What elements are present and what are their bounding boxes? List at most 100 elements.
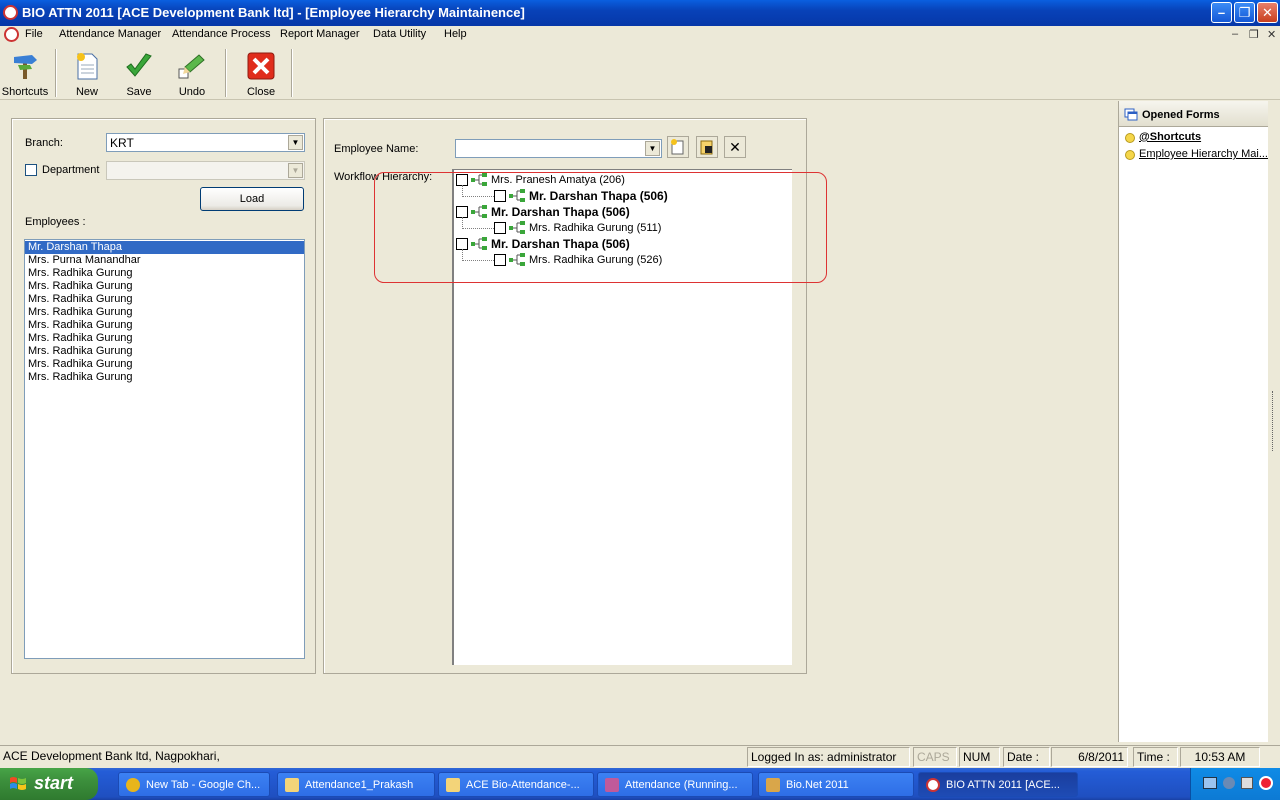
- chevron-down-icon[interactable]: ▼: [645, 141, 660, 156]
- status-num: NUM: [959, 747, 1000, 767]
- save-button[interactable]: Save: [114, 48, 164, 98]
- new-label: New: [75, 86, 98, 98]
- edit-document-icon: [700, 140, 713, 155]
- new-button[interactable]: New: [62, 48, 112, 98]
- taskbar-item-label: Attendance (Running...: [625, 779, 738, 791]
- toolbar-separator: [55, 49, 57, 97]
- department-combobox[interactable]: ▼: [106, 161, 305, 180]
- toolbar-separator: [291, 49, 293, 97]
- employee-list-item[interactable]: Mrs. Radhika Gurung: [25, 345, 304, 358]
- new-document-icon: [77, 53, 98, 80]
- department-label: Department: [42, 164, 100, 176]
- load-button[interactable]: Load: [200, 187, 304, 211]
- chrome-icon: [126, 778, 140, 792]
- side-splitter[interactable]: [1268, 101, 1280, 742]
- shortcuts-button[interactable]: Shortcuts: [0, 48, 50, 98]
- shortcuts-label: Shortcuts: [1, 86, 49, 98]
- chevron-down-icon[interactable]: ▼: [288, 163, 303, 178]
- employee-list-item[interactable]: Mr. Darshan Thapa: [25, 241, 304, 254]
- employee-list-item[interactable]: Mrs. Radhika Gurung: [25, 293, 304, 306]
- add-document-icon: [671, 139, 684, 155]
- mdi-minimize-icon[interactable]: –: [1232, 28, 1238, 40]
- filter-panel: Branch: KRT ▼ Department ▼ Load Employee…: [11, 118, 316, 674]
- branch-combobox[interactable]: KRT ▼: [106, 133, 305, 152]
- employee-list-item[interactable]: Mrs. Radhika Gurung: [25, 280, 304, 293]
- system-tray: [1190, 768, 1280, 800]
- delete-x-icon: ✕: [729, 139, 741, 155]
- opened-forms-title: Opened Forms: [1142, 109, 1220, 121]
- folder-icon: [446, 778, 460, 792]
- employee-list-item[interactable]: Mrs. Radhika Gurung: [25, 319, 304, 332]
- branch-label: Branch:: [25, 137, 63, 149]
- close-button[interactable]: Close: [236, 48, 286, 98]
- visual-studio-icon: [605, 778, 619, 792]
- menu-data-utility[interactable]: Data Utility: [373, 28, 426, 40]
- taskbar-item-bio-attn[interactable]: BIO ATTN 2011 [ACE...: [918, 772, 1078, 797]
- taskbar-item-bionet[interactable]: Bio.Net 2011: [758, 772, 914, 797]
- splitter-grip[interactable]: [1272, 391, 1275, 451]
- opened-form-label[interactable]: @Shortcuts: [1139, 131, 1201, 143]
- status-caps: CAPS: [913, 747, 957, 767]
- mdi-child-clock-icon[interactable]: [4, 27, 19, 42]
- checkmark-icon: [126, 53, 152, 77]
- undo-pencil-icon: [178, 54, 205, 79]
- menu-help[interactable]: Help: [444, 28, 467, 40]
- taskbar-item-attendance-running[interactable]: Attendance (Running...: [597, 772, 753, 797]
- minimize-button[interactable]: –: [1211, 2, 1232, 23]
- opened-forms-panel: Opened Forms @Shortcuts Employee Hierarc…: [1118, 101, 1269, 742]
- status-date-value: 6/8/2011: [1051, 747, 1128, 767]
- taskbar-item-label: Bio.Net 2011: [786, 779, 849, 791]
- taskbar-item-chrome[interactable]: New Tab - Google Ch...: [118, 772, 270, 797]
- status-logged-in: Logged In as: administrator: [747, 747, 910, 767]
- chevron-down-icon[interactable]: ▼: [288, 135, 303, 150]
- status-bar: ACE Development Bank ltd, Nagpokhari, Lo…: [0, 745, 1280, 767]
- taskbar-item-ace-bio[interactable]: ACE Bio-Attendance-...: [438, 772, 594, 797]
- close-label: Close: [246, 86, 276, 98]
- close-x-icon: [247, 52, 275, 80]
- mdi-close-icon[interactable]: ✕: [1267, 28, 1276, 41]
- taskbar: start New Tab - Google Ch... Attendance1…: [0, 768, 1280, 800]
- taskbar-item-attendance1[interactable]: Attendance1_Prakash: [277, 772, 435, 797]
- opened-form-label[interactable]: Employee Hierarchy Mai...: [1139, 148, 1268, 160]
- alert-icon[interactable]: [1259, 776, 1273, 790]
- save-label: Save: [126, 86, 152, 98]
- network-icon[interactable]: [1203, 777, 1217, 789]
- status-date-label: Date :: [1003, 747, 1050, 767]
- speaker-icon[interactable]: [1223, 777, 1235, 789]
- app-clock-icon[interactable]: [3, 5, 18, 20]
- highlight-annotation-box: [374, 172, 827, 283]
- windows-logo-icon: [10, 777, 26, 790]
- department-checkbox[interactable]: [25, 164, 37, 176]
- menu-attendance-process[interactable]: Attendance Process: [172, 28, 270, 40]
- employee-list-item[interactable]: Mrs. Radhika Gurung: [25, 358, 304, 371]
- window-title: BIO ATTN 2011 [ACE Development Bank ltd]…: [22, 5, 525, 20]
- delete-node-button[interactable]: ✕: [724, 136, 746, 158]
- close-window-button[interactable]: ✕: [1257, 2, 1278, 23]
- employees-listbox[interactable]: Mr. Darshan Thapa Mrs. Purna Manandhar Mrs…: [24, 239, 305, 659]
- device-icon[interactable]: [1241, 777, 1253, 789]
- start-button[interactable]: start: [0, 768, 98, 800]
- undo-button[interactable]: Undo: [167, 48, 217, 98]
- taskbar-item-label: ACE Bio-Attendance-...: [466, 779, 580, 791]
- taskbar-item-label: Attendance1_Prakash: [305, 779, 414, 791]
- title-bar: BIO ATTN 2011 [ACE Development Bank ltd]…: [0, 0, 1280, 26]
- employee-list-item[interactable]: Mrs. Radhika Gurung: [25, 371, 304, 384]
- employee-list-item[interactable]: Mrs. Purna Manandhar: [25, 254, 304, 267]
- toolbar-separator: [225, 49, 227, 97]
- employee-list-item[interactable]: Mrs. Radhika Gurung: [25, 332, 304, 345]
- bullet-icon: [1125, 150, 1135, 160]
- menu-report-manager[interactable]: Report Manager: [280, 28, 360, 40]
- menu-file[interactable]: File: [25, 28, 43, 40]
- edit-node-button[interactable]: [696, 136, 718, 158]
- employee-list-item[interactable]: Mrs. Radhika Gurung: [25, 267, 304, 280]
- application-icon: [766, 778, 780, 792]
- maximize-button[interactable]: ❐: [1234, 2, 1255, 23]
- status-time-value: 10:53 AM: [1180, 747, 1260, 767]
- employee-list-item[interactable]: Mrs. Radhika Gurung: [25, 306, 304, 319]
- mdi-restore-icon[interactable]: ❐: [1249, 28, 1259, 41]
- add-node-button[interactable]: [667, 136, 689, 158]
- menu-bar: File Attendance Manager Attendance Proce…: [0, 26, 1280, 45]
- employee-name-combobox[interactable]: ▼: [455, 139, 662, 158]
- menu-attendance-manager[interactable]: Attendance Manager: [59, 28, 161, 40]
- folder-icon: [285, 778, 299, 792]
